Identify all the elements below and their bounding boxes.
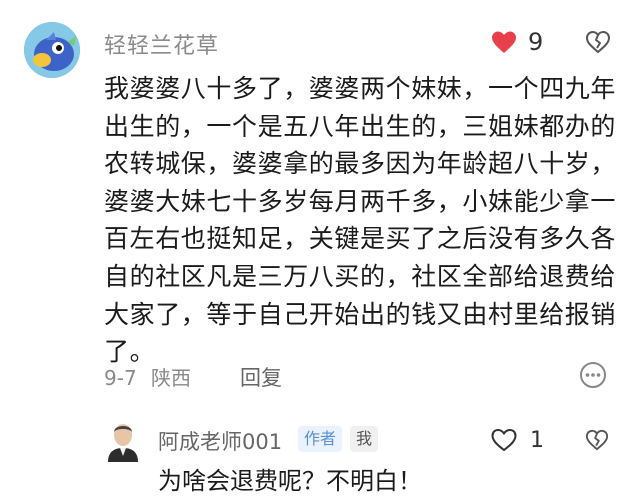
me-badge: 我 — [350, 426, 379, 452]
comment-location: 陕西 — [151, 366, 192, 390]
comment-meta: 9-7 陕西 — [104, 362, 191, 391]
broken-heart-icon[interactable] — [585, 428, 609, 452]
avatar[interactable] — [24, 22, 80, 78]
more-circle-icon[interactable] — [578, 360, 608, 390]
heart-outline-icon — [491, 428, 517, 452]
bird-avatar-icon — [24, 22, 80, 78]
like-button[interactable]: 9 — [490, 28, 543, 56]
heart-icon — [492, 31, 516, 53]
reply-like-button[interactable]: 1 — [490, 426, 544, 454]
reply-body: 为啥会退费呢？不明白！ — [158, 467, 422, 495]
reply-username[interactable]: 阿成老师001 — [158, 426, 282, 456]
like-count: 9 — [528, 28, 544, 56]
author-badge: 作者 — [298, 426, 343, 452]
comment-username[interactable]: 轻轻兰花草 — [104, 28, 219, 60]
man-avatar-icon — [104, 418, 142, 462]
reply-avatar[interactable] — [104, 418, 142, 462]
comment-thread: 轻轻兰花草 9 我婆婆八十多了，婆婆两个妹妹，一个四九年出生的，一个是五八年出生… — [0, 0, 640, 502]
reply-button[interactable]: 回复 — [240, 362, 282, 392]
comment-body: 我婆婆八十多了，婆婆两个妹妹，一个四九年出生的，一个是五八年出生的，三姐妹都办的… — [104, 74, 617, 367]
broken-heart-icon[interactable] — [585, 29, 611, 55]
comment-date: 9-7 — [104, 366, 137, 390]
reply-like-count: 1 — [530, 427, 544, 453]
